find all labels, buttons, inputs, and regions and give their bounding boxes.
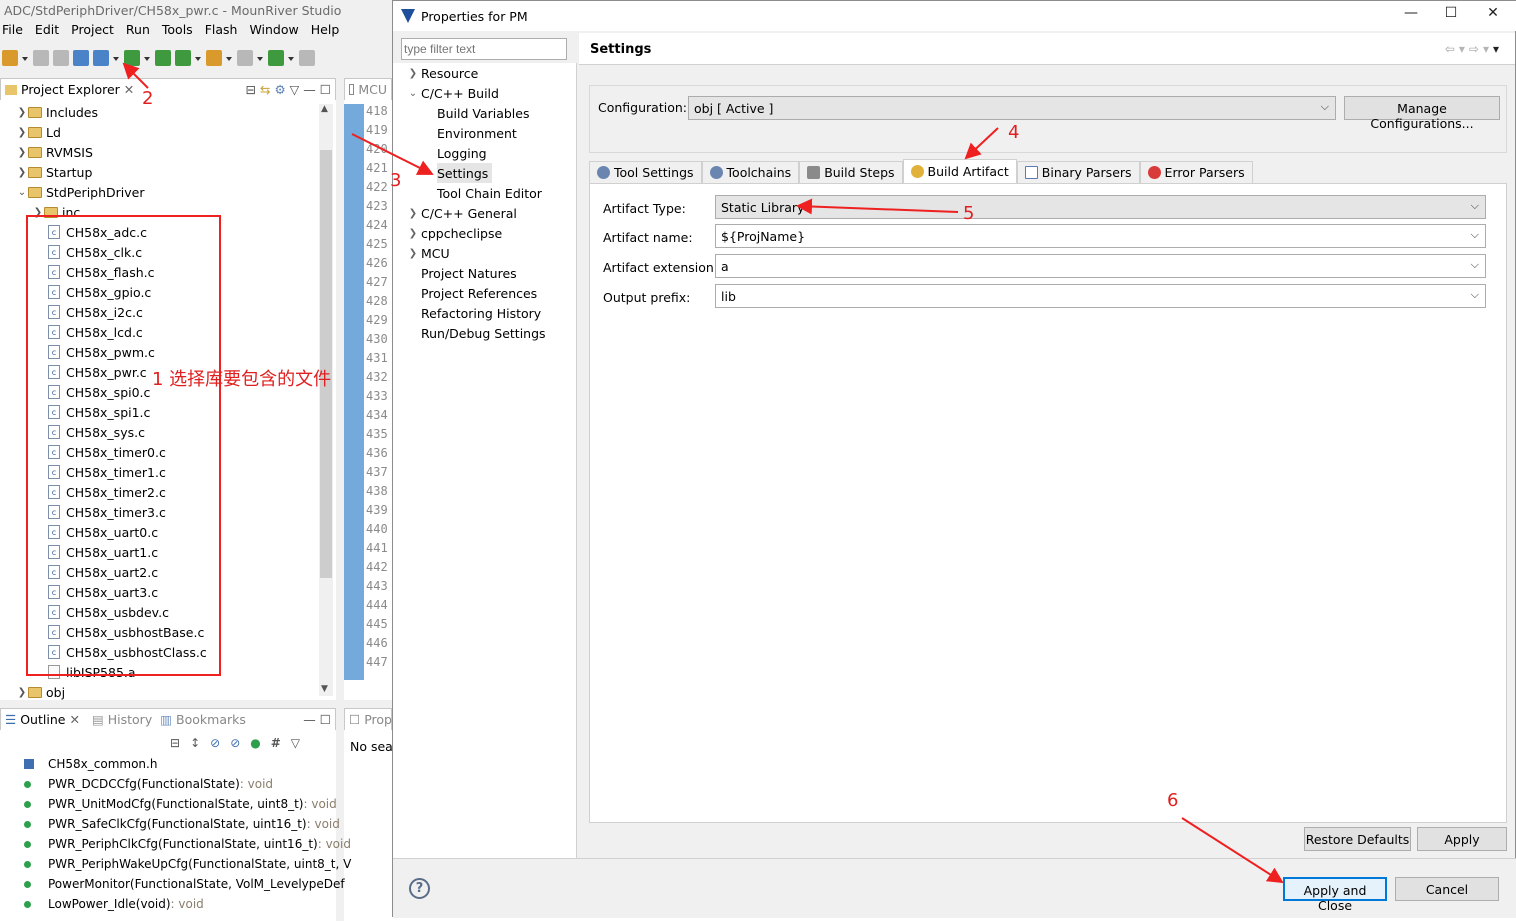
annotation-arrows	[122, 62, 1284, 884]
arrow-5	[796, 198, 959, 215]
arrow-2	[122, 62, 149, 89]
arrow-6	[1181, 817, 1284, 884]
arrow-4	[964, 127, 999, 160]
arrow-3	[351, 133, 434, 175]
